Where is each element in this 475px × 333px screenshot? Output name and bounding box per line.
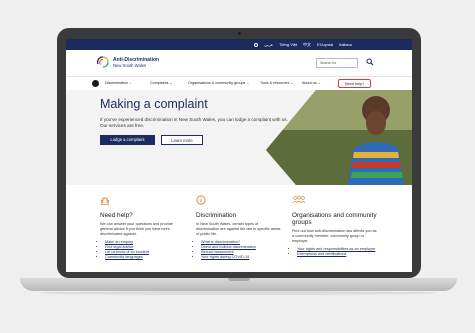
globe-icon xyxy=(254,42,259,47)
column-title: Need help? xyxy=(100,212,133,219)
column-organisations: Organisations and community groups Find … xyxy=(292,192,378,257)
link-exemptions[interactable]: Exemptions and certifications xyxy=(297,252,378,257)
group-icon xyxy=(292,195,306,204)
hero-lead-text: If you've experienced discrimination in … xyxy=(100,117,288,128)
search-input[interactable]: Search for xyxy=(316,58,358,68)
link-covid-rights[interactable]: Your rights during COVID-19 xyxy=(201,255,282,260)
need-help-button[interactable]: Need help? xyxy=(338,79,371,88)
column-links: Make an enquiry Find legal advice Let us… xyxy=(100,240,186,260)
column-links: Your rights and responsibilities as an e… xyxy=(292,247,378,257)
lang-arabic[interactable]: عربي xyxy=(264,42,273,47)
link-community-languages[interactable]: Community languages xyxy=(105,255,186,260)
laptop-notch xyxy=(228,278,250,281)
nav-about-us[interactable]: About us ⌄ xyxy=(302,81,321,85)
column-text: Find out how anti-discrimination law aff… xyxy=(292,229,377,243)
column-links: What is discrimination? Direct and indir… xyxy=(196,240,282,260)
nav-complaints[interactable]: Complaints ⌄ xyxy=(150,81,173,85)
webcam xyxy=(238,32,241,35)
laptop-screen: عربي Tiếng Việt 中文 Ελληνικά Italiano Ant… xyxy=(66,39,412,272)
language-bar: عربي Tiếng Việt 中文 Ελληνικά Italiano xyxy=(66,39,412,50)
logo-subtitle: New South Wales xyxy=(113,63,147,68)
logo-icon[interactable] xyxy=(96,55,110,69)
search-icon[interactable] xyxy=(366,58,374,66)
hero-section: Making a complaint If you've experienced… xyxy=(66,90,412,185)
lang-chinese[interactable]: 中文 xyxy=(303,42,311,48)
lodge-complaint-button[interactable]: Lodge a complaint xyxy=(100,135,155,145)
column-need-help: Need help? We can answer your questions … xyxy=(100,192,186,260)
hero-photo xyxy=(266,90,412,185)
nav-discrimination[interactable]: Discrimination ⌄ xyxy=(105,81,132,85)
column-title: Discrimination xyxy=(196,212,237,219)
lang-vietnamese[interactable]: Tiếng Việt xyxy=(279,42,297,47)
column-text: In New South Wales, certain types of dis… xyxy=(196,222,281,236)
info-icon xyxy=(196,195,206,205)
home-icon[interactable] xyxy=(92,80,99,87)
column-text: We can answer your questions and provide… xyxy=(100,222,173,236)
nav-organisations[interactable]: Organisations & community groups ⌄ xyxy=(188,81,250,85)
site-header: Anti-Discrimination New South Wales Sear… xyxy=(66,50,412,76)
lang-italian[interactable]: Italiano xyxy=(339,42,352,47)
column-title: Organisations and community groups xyxy=(292,212,377,226)
laptop-shadow xyxy=(40,291,437,295)
lang-greek[interactable]: Ελληνικά xyxy=(317,42,333,47)
learn-more-button[interactable]: Learn more xyxy=(161,135,203,145)
column-discrimination: Discrimination In New South Wales, certa… xyxy=(196,192,282,260)
nav-tools-resources[interactable]: Tools & resources ⌄ xyxy=(260,81,293,85)
support-icon xyxy=(100,197,110,205)
page-title: Making a complaint xyxy=(100,97,208,111)
